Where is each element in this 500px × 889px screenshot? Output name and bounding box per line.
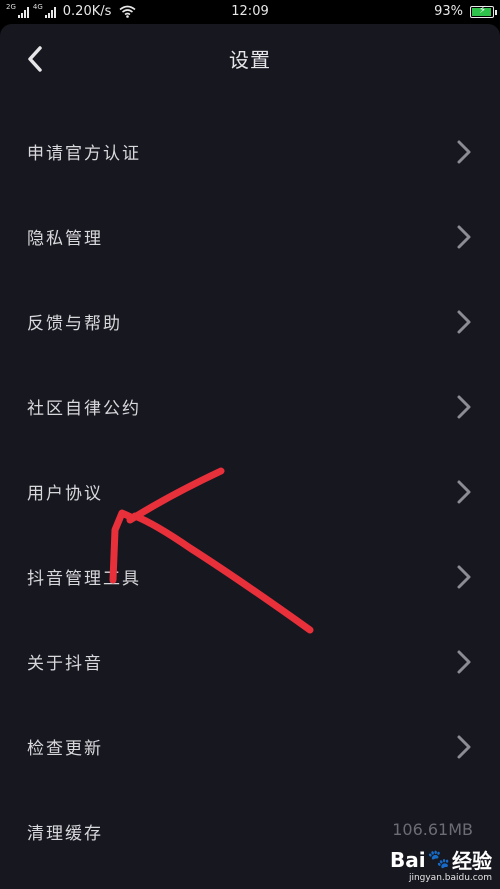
status-right: 93% ⚡	[434, 4, 497, 19]
chevron-right-icon	[457, 310, 471, 334]
chevron-right-icon	[457, 480, 471, 504]
menu-item-about[interactable]: 关于抖音	[0, 619, 500, 704]
status-time: 12:09	[231, 4, 269, 19]
menu-item-label: 隐私管理	[27, 229, 103, 249]
menu-item-user-agreement[interactable]: 用户协议	[0, 449, 500, 534]
menu-item-label: 关于抖音	[27, 654, 103, 674]
battery-icon: ⚡	[470, 4, 497, 18]
baidu-jingyan-watermark: Bai 🐾 经验 jingyan.baidu.com	[390, 845, 492, 884]
status-bar: 2G 4G 0.20K/s 12:09 93% ⚡	[0, 0, 500, 26]
battery-tip	[495, 9, 497, 15]
charging-icon: ⚡	[479, 4, 487, 16]
page-title: 设置	[229, 48, 271, 72]
menu-item-label: 申请官方认证	[27, 144, 141, 164]
nav-bar: 设置	[0, 24, 500, 92]
chevron-right-icon	[457, 225, 471, 249]
menu-item-check-update[interactable]: 检查更新	[0, 704, 500, 789]
menu-item-feedback-help[interactable]: 反馈与帮助	[0, 279, 500, 364]
menu-item-label: 社区自律公约	[27, 399, 141, 419]
chevron-right-icon	[457, 140, 471, 164]
menu-item-label: 反馈与帮助	[27, 314, 122, 334]
menu-item-label: 清理缓存	[27, 824, 103, 844]
menu-item-community-guidelines[interactable]: 社区自律公约	[0, 364, 500, 449]
battery-percent: 93%	[434, 4, 463, 19]
cache-size-value: 106.61MB	[392, 820, 473, 839]
watermark-logo: Bai 🐾 经验	[390, 845, 492, 874]
chevron-right-icon	[457, 735, 471, 759]
watermark-logo-text: Bai	[389, 847, 426, 872]
settings-panel: 设置 申请官方认证 隐私管理 反馈与帮助 社区自律公约 用户协议 抖音管理工具 …	[0, 24, 500, 889]
menu-item-privacy[interactable]: 隐私管理	[0, 194, 500, 279]
menu-item-apply-verification[interactable]: 申请官方认证	[0, 109, 500, 194]
menu-item-label: 抖音管理工具	[27, 569, 141, 589]
chevron-right-icon	[457, 565, 471, 589]
settings-menu: 申请官方认证 隐私管理 反馈与帮助 社区自律公约 用户协议 抖音管理工具 关于抖…	[0, 109, 500, 874]
chevron-right-icon	[457, 395, 471, 419]
menu-item-management-tools[interactable]: 抖音管理工具	[0, 534, 500, 619]
paw-icon: 🐾	[427, 849, 450, 870]
watermark-url: jingyan.baidu.com	[408, 873, 492, 883]
watermark-logo-suffix: 经验	[452, 849, 492, 873]
menu-item-label: 检查更新	[27, 739, 103, 759]
chevron-right-icon	[457, 650, 471, 674]
settings-screen: 2G 4G 0.20K/s 12:09 93% ⚡ 设置 申请官方认证 隐私管理…	[0, 0, 500, 889]
menu-item-label: 用户协议	[27, 484, 103, 504]
